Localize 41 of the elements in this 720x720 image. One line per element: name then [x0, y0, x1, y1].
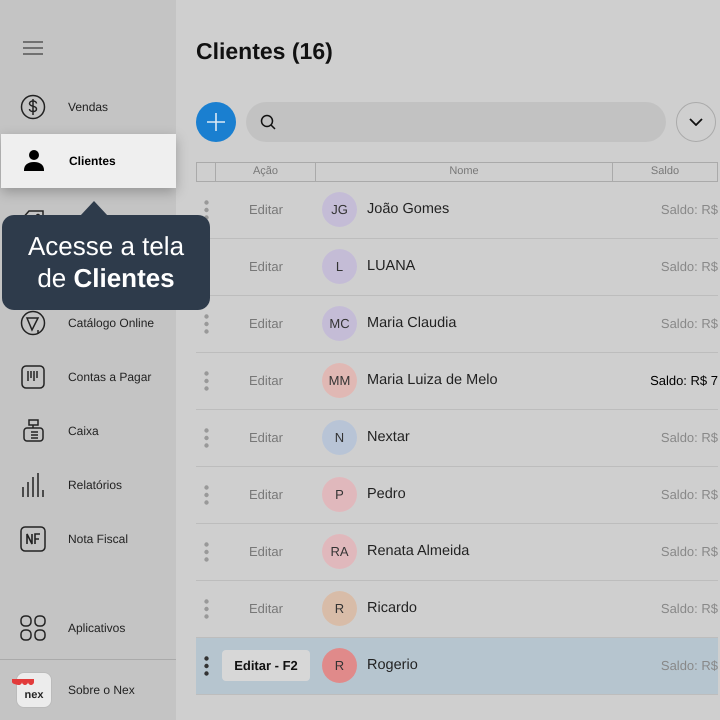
sidebar-label: Catálogo Online [68, 315, 154, 332]
avatar: L [322, 249, 357, 284]
client-name: Maria Luiza de Melo [367, 370, 498, 390]
sidebar-label: Clientes [69, 153, 116, 170]
balance-text: Saldo: R$ [660, 542, 718, 561]
client-name: João Gomes [367, 200, 450, 219]
client-name: LUANA [367, 256, 416, 276]
avatar: N [322, 420, 357, 456]
client-name: Maria Claudia [367, 314, 456, 333]
avatar: JG [322, 192, 357, 228]
balance-text: Saldo: R$ [660, 314, 718, 333]
avatar: MM [322, 363, 357, 398]
sidebar-label: Nota Fiscal [68, 531, 128, 548]
sidebar-label: Aplicativos [68, 620, 126, 637]
tooltip-text: Acesse a tela de Clientes [26, 231, 186, 294]
page-title: Clientes (16) [196, 38, 334, 66]
avatar: RA [322, 534, 357, 570]
client-name: Nextar [367, 428, 410, 447]
sidebar-label: Contas a Pagar [68, 369, 152, 386]
client-name: Renata Almeida [367, 542, 470, 561]
balance-text: Saldo: R$ [660, 600, 718, 618]
client-name: Ricardo [367, 598, 417, 618]
avatar: R [322, 648, 357, 684]
column-header: Nome [449, 164, 479, 180]
column-header: Ação [252, 164, 278, 180]
sidebar-label: Relatórios [68, 477, 122, 494]
avatar: R [322, 591, 357, 626]
avatar: P [322, 477, 357, 512]
sidebar-label: Vendas [68, 99, 108, 116]
sidebar-label: Caixa [68, 423, 99, 440]
client-name: Pedro [367, 484, 406, 504]
column-header: Saldo [650, 164, 680, 180]
balance-text: Saldo: R$ [660, 428, 718, 447]
avatar: MC [322, 306, 357, 342]
balance-text: Saldo: R$ [660, 486, 718, 504]
balance-text: Saldo: R$ [660, 258, 718, 276]
balance-text: Saldo: R$ [660, 656, 718, 675]
client-name: Rogerio [367, 656, 418, 675]
sidebar-label: Sobre o Nex [68, 682, 135, 699]
balance-text: Saldo: R$ [660, 200, 718, 219]
balance-text: Saldo: R$ 7 [649, 372, 718, 390]
